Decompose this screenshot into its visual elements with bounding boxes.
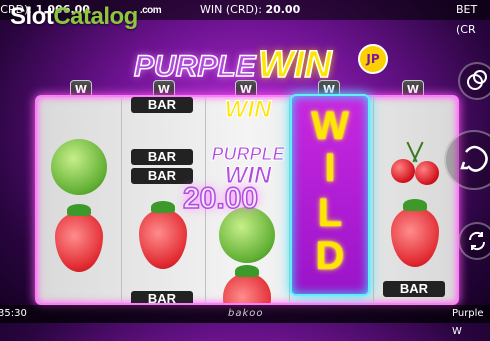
coins-icon <box>467 70 487 90</box>
win-display: WIN (CRD): 20.00 <box>200 0 300 20</box>
bar-symbol: BAR <box>131 97 193 113</box>
cherry-symbol <box>415 161 439 185</box>
wild-letter-l: L <box>317 191 343 235</box>
menu-edge-icon[interactable]: ‹ <box>0 150 4 164</box>
bottom-bar: 35:30 bakoo Purple W <box>0 305 490 337</box>
watermark-suffix: .com <box>139 5 162 16</box>
bar-symbol: BAR <box>383 281 445 297</box>
reel-5: BAR <box>373 97 457 303</box>
purple-win-symbol-top: WIN <box>209 96 287 123</box>
game-name: Purple W <box>452 308 484 337</box>
win-value: 20.00 <box>265 3 301 16</box>
jackpot-badge: JP <box>358 44 388 74</box>
bar-symbol: BAR <box>131 149 193 165</box>
clock: 35:30 <box>0 308 27 319</box>
bet-display: BET (CR <box>456 0 490 40</box>
cherry-symbol <box>391 159 415 183</box>
strawberry-symbol <box>139 201 187 269</box>
win-amount-overlay: 20.00 <box>182 181 259 216</box>
spin-button[interactable] <box>444 130 490 190</box>
provider-logo: bakoo <box>228 308 264 319</box>
wild-letter-i: I <box>324 146 336 190</box>
bar-symbol: BAR <box>131 291 193 303</box>
strawberry-symbol <box>391 199 439 267</box>
spin-icon <box>460 145 488 172</box>
win-text: WIN <box>224 96 272 123</box>
wild-letter-d: D <box>315 234 345 278</box>
watermelon-symbol <box>51 139 107 195</box>
logo-purple-text: PURPLE <box>133 49 256 84</box>
strawberry-symbol <box>223 265 271 303</box>
win-label: WIN (CRD): <box>200 3 262 16</box>
autoplay-button[interactable] <box>458 222 490 260</box>
autoplay-icon <box>468 231 486 251</box>
slotcatalog-watermark: SlotCatalog .com <box>10 3 162 31</box>
coins-button[interactable] <box>458 62 490 100</box>
watermark-part2: Catalog <box>53 3 138 30</box>
strawberry-symbol <box>55 204 103 272</box>
bet-label: BET (CR <box>456 3 478 36</box>
cherry-stem <box>412 141 424 163</box>
watermark-part1: Slot <box>10 3 54 30</box>
purple-win-symbol: PURPLE WIN <box>209 143 287 189</box>
wild-letter-w: W <box>311 104 349 148</box>
reel-1 <box>37 97 122 303</box>
wild-reel: W I L D <box>290 94 370 296</box>
